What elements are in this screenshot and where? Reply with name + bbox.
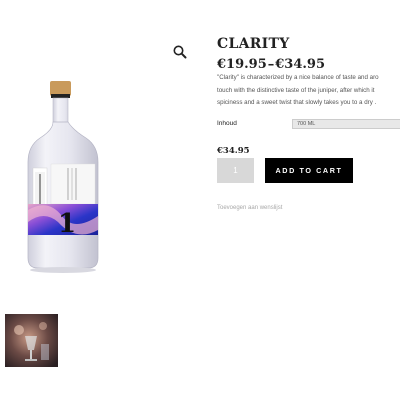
quantity-input[interactable]: 1 — [217, 158, 254, 183]
selected-price: €34.95 — [217, 146, 250, 156]
product-image-bottle[interactable]: 1 — [18, 70, 108, 280]
bottle-number-text: 1 — [58, 209, 76, 239]
variation-label: Inhoud — [217, 120, 237, 127]
product-gallery: 1 — [0, 0, 205, 400]
zoom-icon[interactable] — [172, 44, 188, 60]
price-min: €19.95 — [217, 57, 267, 72]
volume-select[interactable]: 700 ML — [292, 119, 400, 129]
add-to-cart-button[interactable]: ADD TO CART — [265, 158, 353, 183]
description-line: "Clarity" is characterized by a nice bal… — [217, 74, 379, 81]
price-max: €34.95 — [275, 57, 326, 72]
product-title: CLARITY — [217, 36, 290, 52]
add-to-wishlist-link[interactable]: Toevoegen aan wenslijst — [217, 205, 282, 211]
product-description: "Clarity" is characterized by a nice bal… — [217, 72, 400, 110]
description-line: spiciness and a sweet twist that slowly … — [217, 99, 377, 107]
product-summary: CLARITY €19.95–€34.95 "Clarity" is chara… — [217, 0, 400, 400]
product-thumbnail[interactable] — [5, 314, 58, 367]
description-line: touch with the distinctive taste of the … — [217, 86, 375, 94]
price-range: €19.95–€34.95 — [217, 57, 325, 72]
variation-row: Inhoud 700 ML — [217, 117, 400, 131]
price-separator: – — [267, 57, 275, 72]
